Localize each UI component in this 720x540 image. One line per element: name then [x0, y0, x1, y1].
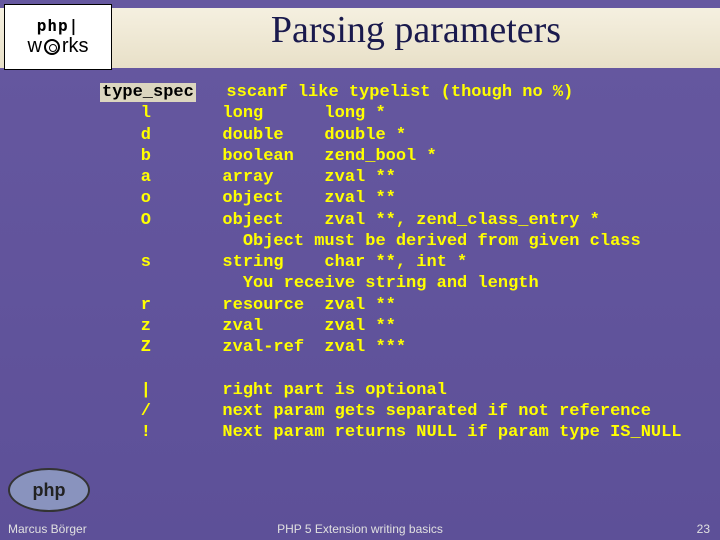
slide-title: Parsing parameters [120, 8, 712, 52]
logo-bottom-text: w rks [27, 35, 88, 58]
php-ellipse-icon: php [8, 468, 90, 512]
type-spec-highlight: type_spec [100, 83, 196, 102]
ring-icon [44, 39, 60, 55]
footer-page-number: 23 [697, 522, 710, 536]
logo-top-text: php| [37, 16, 80, 35]
code-block: type_spec sscanf like typelist (though n… [100, 82, 710, 443]
phpworks-logo: php| w rks [4, 4, 112, 70]
slide: php| w rks Parsing parameters type_spec … [0, 0, 720, 540]
footer-title: PHP 5 Extension writing basics [0, 522, 720, 536]
php-logo: php [8, 468, 90, 520]
